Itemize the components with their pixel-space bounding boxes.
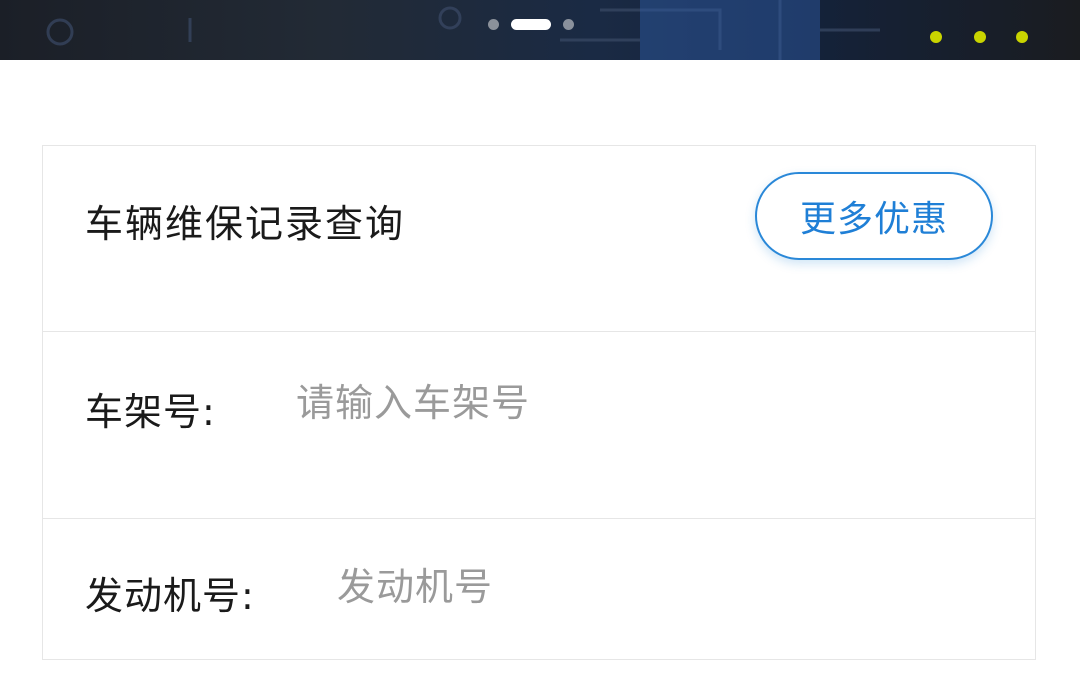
carousel-pager xyxy=(488,18,574,30)
more-offers-button[interactable]: 更多优惠 xyxy=(755,172,993,260)
engine-number-label: 发动机号: xyxy=(85,574,255,618)
pager-dot[interactable] xyxy=(563,18,574,30)
banner-carousel[interactable] xyxy=(0,0,1080,60)
banner-image xyxy=(46,0,1028,60)
vin-label: 车架号: xyxy=(85,390,216,434)
card-title: 车辆维保记录查询 xyxy=(85,202,406,246)
pager-dot-active[interactable] xyxy=(511,18,551,30)
vin-input[interactable] xyxy=(296,378,896,428)
pager-dot[interactable] xyxy=(488,18,499,30)
engine-number-input[interactable] xyxy=(337,562,937,612)
